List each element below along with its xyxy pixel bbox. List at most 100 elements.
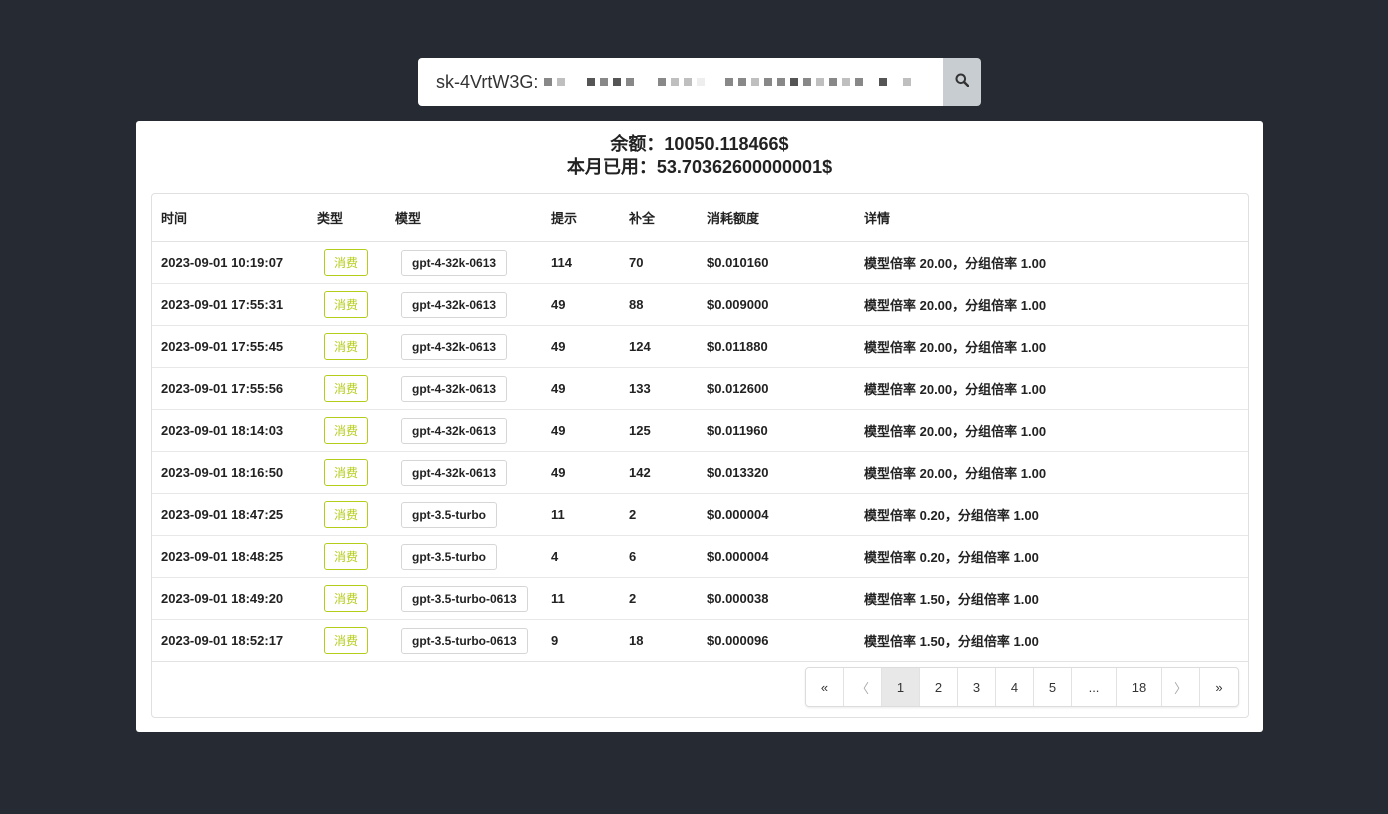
model-tag: gpt-4-32k-0613 (401, 375, 508, 402)
type-tag: 消费 (324, 417, 369, 444)
model-tag: gpt-4-32k-0613 (401, 459, 508, 486)
cell-completion: 6 (620, 535, 698, 578)
cell-type: 消费 (308, 451, 386, 494)
cell-completion: 2 (620, 577, 698, 620)
cell-model: gpt-4-32k-0613 (386, 409, 542, 452)
cell-completion: 88 (620, 283, 698, 326)
last-page-button[interactable]: » (1200, 668, 1238, 706)
redacted-token-blur (544, 78, 912, 86)
next-page-button[interactable]: 〉 (1162, 668, 1200, 706)
cell-prompt: 49 (542, 283, 620, 326)
cell-model: gpt-3.5-turbo (386, 535, 542, 578)
cell-cost: $0.012600 (698, 367, 855, 410)
cell-completion: 125 (620, 409, 698, 452)
cell-time: 2023-09-01 18:52:17 (152, 619, 308, 662)
monthly-used-text: 本月已用：53.70362600000001$ (566, 157, 833, 177)
search-button[interactable] (943, 58, 981, 106)
type-tag: 消费 (324, 291, 369, 318)
cell-time: 2023-09-01 17:55:45 (152, 325, 308, 368)
column-header-detail[interactable]: 详情 (855, 194, 1248, 242)
usage-card: 余额：10050.118466$ 本月已用：53.70362600000001$… (136, 121, 1263, 732)
token-search-value: sk-4VrtW3G: (436, 71, 539, 92)
prev-page-button[interactable]: 〈 (844, 668, 882, 706)
cell-completion: 70 (620, 241, 698, 284)
cell-cost: $0.013320 (698, 451, 855, 494)
page-button-1[interactable]: 1 (882, 668, 920, 706)
cell-detail: 模型倍率 20.00，分组倍率 1.00 (855, 241, 1248, 284)
cell-cost: $0.000004 (698, 493, 855, 536)
column-header-time[interactable]: 时间 (152, 194, 308, 242)
cell-type: 消费 (308, 493, 386, 536)
model-tag: gpt-4-32k-0613 (401, 333, 508, 360)
search-icon (955, 73, 970, 92)
cell-prompt: 114 (542, 241, 620, 284)
table-row: 2023-09-01 17:55:31 消费 gpt-4-32k-0613 49 88 $… (152, 283, 1248, 326)
cell-model: gpt-4-32k-0613 (386, 367, 542, 410)
cell-cost: $0.010160 (698, 241, 855, 284)
model-tag: gpt-4-32k-0613 (401, 249, 508, 276)
cell-time: 2023-09-01 10:19:07 (152, 241, 308, 284)
cell-cost: $0.011960 (698, 409, 855, 452)
cell-detail: 模型倍率 20.00，分组倍率 1.00 (855, 409, 1248, 452)
page-button-5[interactable]: 5 (1034, 668, 1072, 706)
page-button-3[interactable]: 3 (958, 668, 996, 706)
cell-type: 消费 (308, 241, 386, 284)
cell-time: 2023-09-01 18:49:20 (152, 577, 308, 620)
cell-cost: $0.000096 (698, 619, 855, 662)
cell-prompt: 4 (542, 535, 620, 578)
table-row: 2023-09-01 10:19:07 消费 gpt-4-32k-0613 114 70… (152, 241, 1248, 284)
first-page-button[interactable]: « (806, 668, 844, 706)
token-search-input[interactable]: sk-4VrtW3G: (418, 58, 943, 106)
column-header-prompt[interactable]: 提示 (542, 194, 620, 242)
usage-log-table-container: 时间 类型 模型 提示 补全 消耗额度 详情 2023-09-01 10:19:… (151, 193, 1249, 718)
column-header-completion[interactable]: 补全 (620, 194, 698, 242)
page-button-4[interactable]: 4 (996, 668, 1034, 706)
type-tag: 消费 (324, 375, 369, 402)
cell-cost: $0.000038 (698, 577, 855, 620)
cell-completion: 124 (620, 325, 698, 368)
table-row: 2023-09-01 18:16:50 消费 gpt-4-32k-0613 49 142… (152, 451, 1248, 494)
cell-prompt: 49 (542, 409, 620, 452)
type-tag: 消费 (324, 459, 369, 486)
model-tag: gpt-3.5-turbo (401, 543, 497, 570)
cell-time: 2023-09-01 18:48:25 (152, 535, 308, 578)
table-header-row: 时间 类型 模型 提示 补全 消耗额度 详情 (152, 194, 1248, 242)
cell-model: gpt-4-32k-0613 (386, 451, 542, 494)
usage-log-table: 时间 类型 模型 提示 补全 消耗额度 详情 2023-09-01 10:19:… (152, 194, 1248, 662)
cell-detail: 模型倍率 0.20，分组倍率 1.00 (855, 535, 1248, 578)
model-tag: gpt-3.5-turbo (401, 501, 497, 528)
cell-prompt: 9 (542, 619, 620, 662)
table-row: 2023-09-01 18:49:20 消费 gpt-3.5-turbo-0613 1… (152, 577, 1248, 620)
cell-cost: $0.000004 (698, 535, 855, 578)
column-header-cost[interactable]: 消耗额度 (698, 194, 855, 242)
table-row: 2023-09-01 17:55:45 消费 gpt-4-32k-0613 49 124… (152, 325, 1248, 368)
cell-model: gpt-3.5-turbo-0613 (386, 577, 542, 620)
cell-time: 2023-09-01 17:55:31 (152, 283, 308, 326)
cell-type: 消费 (308, 535, 386, 578)
cell-detail: 模型倍率 1.50，分组倍率 1.00 (855, 577, 1248, 620)
type-tag: 消费 (324, 585, 369, 612)
page-button-2[interactable]: 2 (920, 668, 958, 706)
type-tag: 消费 (324, 333, 369, 360)
cell-detail: 模型倍率 20.00，分组倍率 1.00 (855, 451, 1248, 494)
cell-completion: 2 (620, 493, 698, 536)
table-row: 2023-09-01 17:55:56 消费 gpt-4-32k-0613 49 133… (152, 367, 1248, 410)
type-tag: 消费 (324, 627, 369, 654)
cell-time: 2023-09-01 18:14:03 (152, 409, 308, 452)
cell-completion: 18 (620, 619, 698, 662)
type-tag: 消费 (324, 501, 369, 528)
column-header-type[interactable]: 类型 (308, 194, 386, 242)
model-tag: gpt-4-32k-0613 (401, 291, 508, 318)
page-ellipsis: ... (1072, 668, 1117, 706)
cell-prompt: 49 (542, 451, 620, 494)
cell-model: gpt-4-32k-0613 (386, 241, 542, 284)
page-button-18[interactable]: 18 (1117, 668, 1162, 706)
cell-prompt: 11 (542, 493, 620, 536)
cell-detail: 模型倍率 20.00，分组倍率 1.00 (855, 367, 1248, 410)
cell-type: 消费 (308, 619, 386, 662)
balance-text: 余额：10050.118466$ (610, 134, 789, 154)
type-tag: 消费 (324, 249, 369, 276)
cell-model: gpt-4-32k-0613 (386, 325, 542, 368)
table-row: 2023-09-01 18:48:25 消费 gpt-3.5-turbo 4 6 $0.0… (152, 535, 1248, 578)
column-header-model[interactable]: 模型 (386, 194, 542, 242)
